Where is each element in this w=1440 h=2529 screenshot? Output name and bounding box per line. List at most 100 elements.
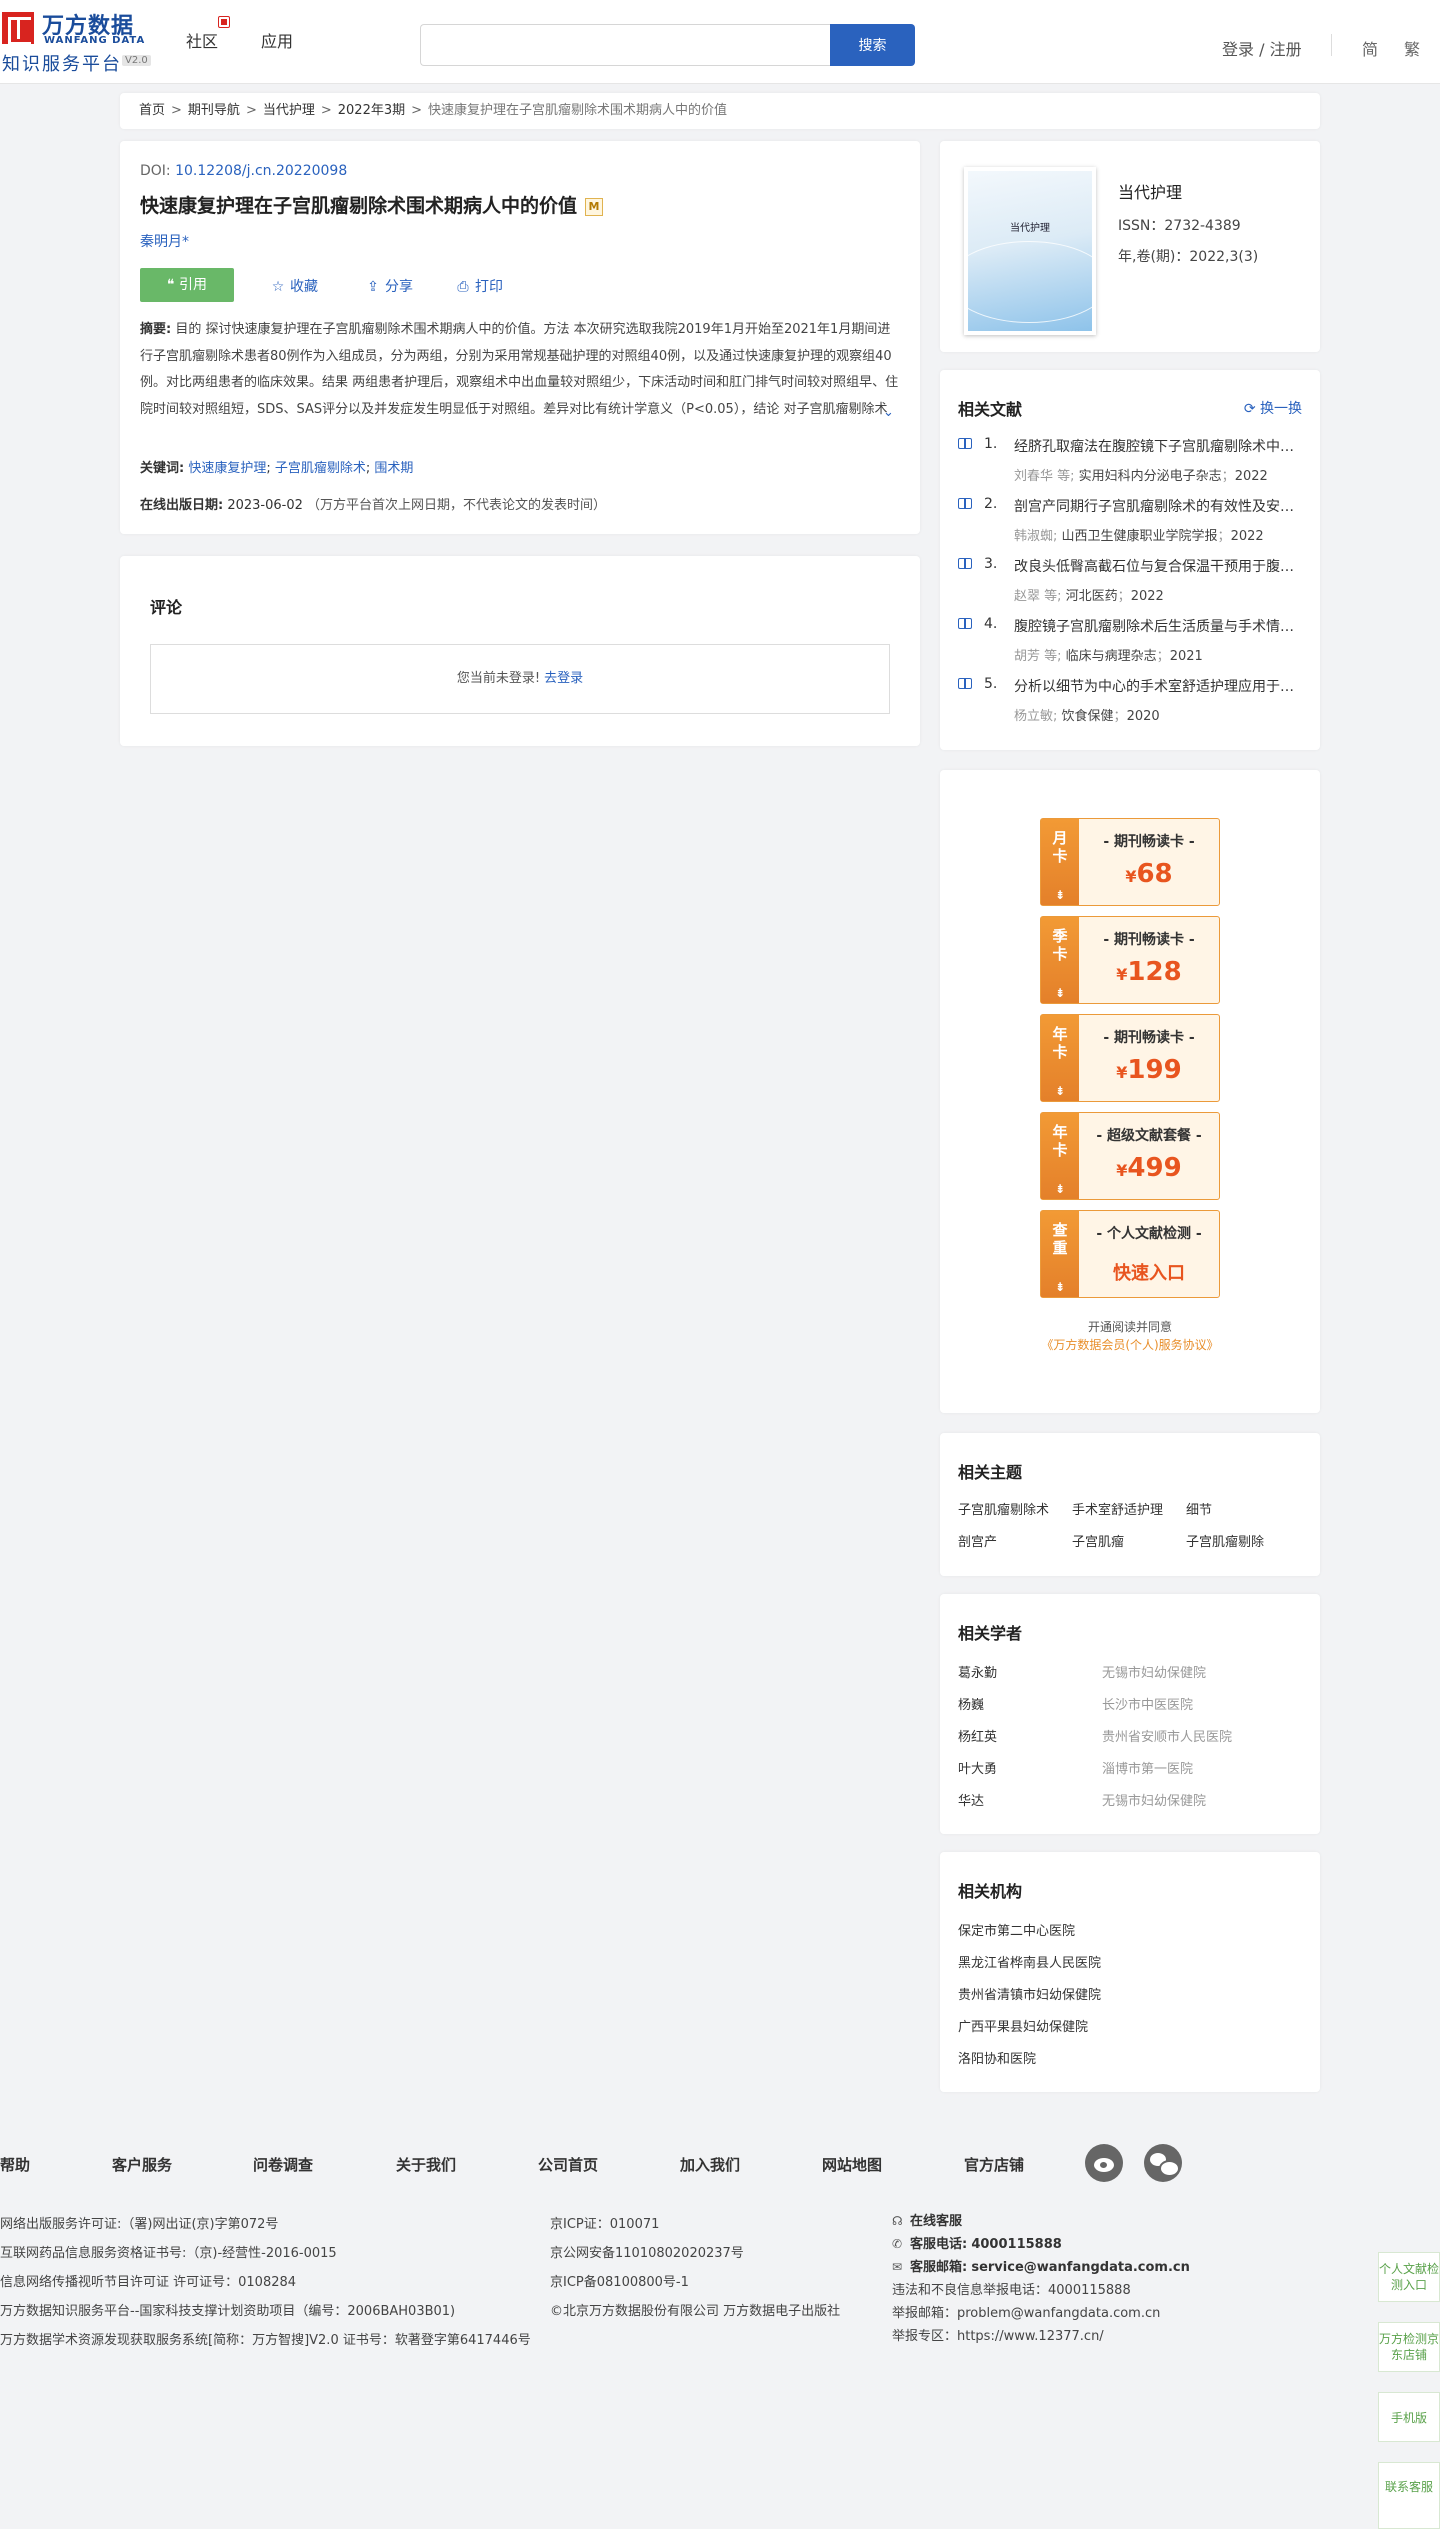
related-item[interactable]: 5. 分析以细节为中心的手术室舒适护理应用于子宫肌瘤患者 杨立敏; 饮食保健；2… xyxy=(958,676,1304,732)
institution-link[interactable]: 贵州省清镇市妇幼保健院 xyxy=(958,1984,1101,2003)
footer-link-service[interactable]: 客户服务 xyxy=(112,2154,172,2175)
breadcrumb-journal[interactable]: 当代护理 xyxy=(263,103,315,118)
topic-link[interactable]: 子宫肌瘤剔除术 xyxy=(958,1499,1066,1518)
footer-link-about[interactable]: 关于我们 xyxy=(396,2154,456,2175)
favorite-button[interactable]: ☆ 收藏 xyxy=(270,276,318,296)
cite-button[interactable]: ❝ 引用 xyxy=(140,268,234,302)
nav-apps[interactable]: 应用 xyxy=(261,28,293,52)
print-label: 打印 xyxy=(475,279,503,295)
float-contact-service[interactable]: 联系客服 xyxy=(1378,2462,1440,2529)
login-register-link[interactable]: 登录 / 注册 xyxy=(1222,36,1302,60)
float-mobile[interactable]: 手机版 xyxy=(1378,2392,1440,2442)
footer-link-sitemap[interactable]: 网站地图 xyxy=(822,2154,882,2175)
institution-link[interactable]: 保定市第二中心医院 xyxy=(958,1920,1075,1939)
agreement-link[interactable]: 《万方数据会员(个人)服务协议》 xyxy=(940,1336,1320,1353)
share-button[interactable]: ⇪ 分享 xyxy=(365,276,413,296)
related-item-authors: 胡芳 等; xyxy=(1014,649,1062,664)
related-item-title[interactable]: 剖宫产同期行子宫肌瘤剔除术的有效性及安全性分析 xyxy=(1014,496,1304,516)
related-item-title[interactable]: 腹腔镜子宫肌瘤剔除术后生活质量与手术情况分析 xyxy=(1014,616,1304,636)
institution-link[interactable]: 广西平果县妇幼保健院 xyxy=(958,2016,1088,2035)
breadcrumb-home[interactable]: 首页 xyxy=(139,103,165,118)
related-item[interactable]: 2. 剖宫产同期行子宫肌瘤剔除术的有效性及安全性分析 韩淑蜘; 山西卫生健康职业… xyxy=(958,496,1304,552)
related-scholars-title: 相关学者 xyxy=(958,1624,1023,1643)
lang-simplified[interactable]: 简 xyxy=(1362,36,1378,60)
breadcrumb-issue[interactable]: 2022年3期 xyxy=(338,103,405,118)
report-site[interactable]: 举报专区：https://www.12377.cn/ xyxy=(892,2325,1190,2348)
go-login-link[interactable]: 去登录 xyxy=(544,671,583,686)
topic-link[interactable]: 手术室舒适护理 xyxy=(1072,1499,1180,1518)
breadcrumb-journals[interactable]: 期刊导航 xyxy=(188,103,240,118)
footer-link-survey[interactable]: 问卷调查 xyxy=(253,2154,313,2175)
quick-entry-link[interactable]: 快速入口 xyxy=(1079,1259,1219,1285)
scholar-name[interactable]: 叶大勇 xyxy=(958,1758,997,1777)
online-service-link[interactable]: ☊ 在线客服 xyxy=(892,2210,1190,2233)
nav-community[interactable]: 社区 xyxy=(186,28,218,52)
wanfang-logo[interactable]: 万方数据 WANFANG DATA 知识服务平台 V2.0 xyxy=(0,6,160,76)
journal-cover[interactable]: 当代护理 xyxy=(964,167,1096,335)
author-link[interactable]: 秦明月* xyxy=(140,231,189,251)
footer-link-help[interactable]: 帮助 xyxy=(0,2154,30,2175)
related-item-meta: 胡芳 等; 临床与病理杂志；2021 xyxy=(1014,649,1203,664)
footer-icp-line: 京ICP备08100800号-1 xyxy=(550,2275,689,2290)
institution-link[interactable]: 黑龙江省桦南县人民医院 xyxy=(958,1952,1101,1971)
scholar-name[interactable]: 华达 xyxy=(958,1790,984,1809)
plagiarism-check-card[interactable]: 查重 ⇟ - 个人文献检测 - 快速入口 xyxy=(1040,1210,1220,1298)
related-item-title[interactable]: 改良头低臀高截石位与复合保温干预用于腹腔镜手术患者 xyxy=(1014,556,1304,576)
vip-price: ¥199 xyxy=(1079,1055,1219,1085)
related-item-source: 实用妇科内分泌电子杂志 xyxy=(1078,469,1222,484)
topic-link[interactable]: 子宫肌瘤 xyxy=(1072,1531,1180,1550)
double-chevron-down-icon: ⇟ xyxy=(1054,1182,1066,1196)
weibo-icon[interactable] xyxy=(1085,2144,1123,2182)
footer-link-store[interactable]: 官方店铺 xyxy=(964,2154,1024,2175)
scholar-name[interactable]: 葛永勤 xyxy=(958,1662,997,1681)
footer-link-company[interactable]: 公司首页 xyxy=(538,2154,598,2175)
expand-abstract-icon[interactable]: ⌄ xyxy=(883,405,894,420)
super-package-card[interactable]: 年卡 ⇟ - 超级文献套餐 - ¥499 xyxy=(1040,1112,1220,1200)
logo-version-badge: V2.0 xyxy=(122,55,151,66)
institution-link[interactable]: 洛阳协和医院 xyxy=(958,2048,1036,2067)
monthly-card[interactable]: 月卡 ⇟ - 期刊畅读卡 - ¥68 xyxy=(1040,818,1220,906)
vip-price: ¥68 xyxy=(1079,859,1219,889)
search-button[interactable]: 搜索 xyxy=(830,24,915,66)
scholar-org[interactable]: 无锡市妇幼保健院 xyxy=(1102,1790,1206,1809)
scholar-org[interactable]: 无锡市妇幼保健院 xyxy=(1102,1662,1206,1681)
scholar-org[interactable]: 淄博市第一医院 xyxy=(1102,1758,1193,1777)
scholar-org[interactable]: 贵州省安顺市人民医院 xyxy=(1102,1726,1232,1745)
vip-side-label: 季卡 xyxy=(1052,927,1068,963)
scholar-name[interactable]: 杨红英 xyxy=(958,1726,997,1745)
refresh-icon: ⟳ xyxy=(1243,401,1260,417)
related-item-year: 2022 xyxy=(1230,529,1264,544)
keyword-link[interactable]: 快速康复护理 xyxy=(188,461,266,476)
related-item[interactable]: 1. 经脐孔取瘤法在腹腔镜下子宫肌瘤剔除术中的应用价值 刘春华 等; 实用妇科内… xyxy=(958,436,1304,492)
related-item-title[interactable]: 经脐孔取瘤法在腹腔镜下子宫肌瘤剔除术中的应用价值 xyxy=(1014,436,1304,456)
lang-traditional[interactable]: 繁 xyxy=(1404,36,1420,60)
footer-link-join[interactable]: 加入我们 xyxy=(680,2154,740,2175)
scholar-name[interactable]: 杨巍 xyxy=(958,1694,984,1713)
topic-link[interactable]: 剖宫产 xyxy=(958,1531,1066,1550)
report-phone: 违法和不良信息举报电话：4000115888 xyxy=(892,2283,1131,2298)
email-value[interactable]: service@wanfangdata.com.cn xyxy=(971,2260,1190,2275)
share-label: 分享 xyxy=(385,279,413,295)
wechat-icon[interactable] xyxy=(1144,2144,1182,2182)
related-item[interactable]: 3. 改良头低臀高截石位与复合保温干预用于腹腔镜手术患者 赵翠 等; 河北医药；… xyxy=(958,556,1304,612)
refresh-label: 换一换 xyxy=(1260,401,1302,417)
topic-link[interactable]: 细节 xyxy=(1186,1499,1294,1518)
yearly-card[interactable]: 年卡 ⇟ - 期刊畅读卡 - ¥199 xyxy=(1040,1014,1220,1102)
scholar-org[interactable]: 长沙市中医医院 xyxy=(1102,1694,1193,1713)
doi-link[interactable]: 10.12208/j.cn.20220098 xyxy=(175,163,347,179)
related-item-title[interactable]: 分析以细节为中心的手术室舒适护理应用于子宫肌瘤患者 xyxy=(1014,676,1304,696)
printer-icon: ⎙ xyxy=(457,279,469,295)
float-plagiarism-entry[interactable]: 个人文献检测入口 xyxy=(1378,2252,1440,2302)
journal-name[interactable]: 当代护理 xyxy=(1118,179,1182,203)
topic-link[interactable]: 子宫肌瘤剔除 xyxy=(1186,1531,1294,1550)
quarterly-card[interactable]: 季卡 ⇟ - 期刊畅读卡 - ¥128 xyxy=(1040,916,1220,1004)
print-button[interactable]: ⎙ 打印 xyxy=(455,276,503,296)
keyword-link[interactable]: 子宫肌瘤剔除术 xyxy=(275,461,366,476)
float-jd-store[interactable]: 万方检测京东店铺 xyxy=(1378,2322,1440,2372)
search-input[interactable] xyxy=(420,24,830,66)
keyword-link[interactable]: 围术期 xyxy=(374,461,413,476)
related-literature-card: 相关文献 ⟳ 换一换 1. 经脐孔取瘤法在腹腔镜下子宫肌瘤剔除术中的应用价值 刘… xyxy=(940,370,1320,750)
related-item[interactable]: 4. 腹腔镜子宫肌瘤剔除术后生活质量与手术情况分析 胡芳 等; 临床与病理杂志；… xyxy=(958,616,1304,672)
refresh-button[interactable]: ⟳ 换一换 xyxy=(1244,398,1302,418)
pubdate-label: 在线出版日期: xyxy=(140,498,224,513)
